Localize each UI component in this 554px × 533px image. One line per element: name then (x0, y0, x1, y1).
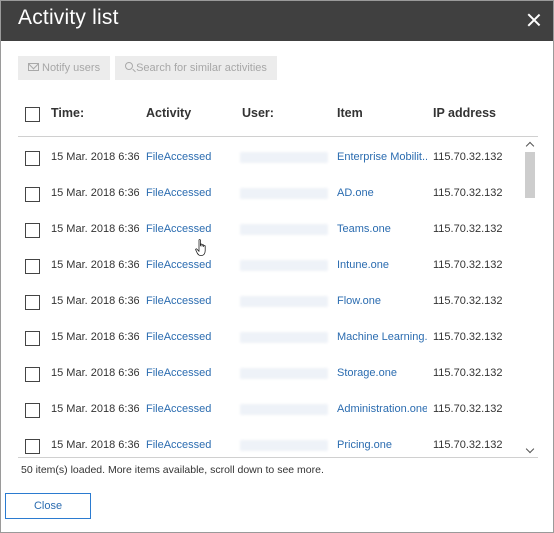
row-item-link[interactable]: Flow.one (337, 295, 427, 307)
row-activity-link[interactable]: FileAccessed (146, 331, 236, 343)
row-item-link[interactable]: Machine Learning... (337, 331, 427, 343)
row-time: 15 Mar. 2018 6:36... (51, 403, 139, 415)
row-activity-link[interactable]: FileAccessed (146, 439, 236, 451)
activity-table-body: 15 Mar. 2018 6:36... FileAccessed Enterp… (18, 139, 523, 457)
row-checkbox[interactable] (25, 439, 40, 454)
row-activity-link[interactable]: FileAccessed (146, 367, 236, 379)
row-checkbox[interactable] (25, 151, 40, 166)
row-user-redacted (240, 368, 328, 379)
row-user-redacted (240, 224, 328, 235)
table-row[interactable]: 15 Mar. 2018 6:36... FileAccessed Admini… (18, 391, 523, 427)
row-user-redacted (240, 332, 328, 343)
row-ip: 115.70.32.132 (433, 259, 503, 271)
row-activity-link[interactable]: FileAccessed (146, 151, 236, 163)
row-time: 15 Mar. 2018 6:36... (51, 187, 139, 199)
table-header: Time: Activity User: Item IP address (18, 97, 538, 137)
hand-cursor-icon (195, 239, 206, 256)
header-activity[interactable]: Activity (146, 106, 191, 120)
table-row[interactable]: 15 Mar. 2018 6:36... FileAccessed AD.one… (18, 175, 523, 211)
row-ip: 115.70.32.132 (433, 331, 503, 343)
select-all-checkbox[interactable] (25, 107, 40, 122)
row-time: 15 Mar. 2018 6:36... (51, 367, 139, 379)
row-user-redacted (240, 188, 328, 199)
row-item-link[interactable]: Intune.one (337, 259, 427, 271)
vertical-scrollbar[interactable] (523, 139, 537, 457)
row-checkbox[interactable] (25, 187, 40, 202)
row-activity-link[interactable]: FileAccessed (146, 223, 236, 235)
row-user-redacted (240, 152, 328, 163)
row-item-link[interactable]: Administration.one (337, 403, 427, 415)
mail-icon (28, 63, 39, 71)
row-ip: 115.70.32.132 (433, 439, 503, 451)
row-checkbox[interactable] (25, 403, 40, 418)
row-item-link[interactable]: AD.one (337, 187, 427, 199)
row-item-link[interactable]: Teams.one (337, 223, 427, 235)
row-user-redacted (240, 260, 328, 271)
row-activity-link[interactable]: FileAccessed (146, 295, 236, 307)
row-time: 15 Mar. 2018 6:36... (51, 295, 139, 307)
row-activity-link[interactable]: FileAccessed (146, 259, 236, 271)
table-row[interactable]: 15 Mar. 2018 6:36... FileAccessed Pricin… (18, 427, 523, 457)
row-time: 15 Mar. 2018 6:36... (51, 259, 139, 271)
row-ip: 115.70.32.132 (433, 223, 503, 235)
row-time: 15 Mar. 2018 6:36... (51, 331, 139, 343)
status-text: 50 item(s) loaded. More items available,… (21, 464, 324, 476)
row-checkbox[interactable] (25, 331, 40, 346)
row-time: 15 Mar. 2018 6:36... (51, 223, 139, 235)
row-item-link[interactable]: Pricing.one (337, 439, 427, 451)
row-item-link[interactable]: Enterprise Mobilit... (337, 151, 427, 163)
notify-users-button[interactable]: Notify users (18, 56, 111, 80)
scroll-down-icon[interactable] (523, 445, 537, 457)
row-user-redacted (240, 440, 328, 451)
row-checkbox[interactable] (25, 223, 40, 238)
close-button[interactable]: Close (5, 493, 91, 519)
row-activity-link[interactable]: FileAccessed (146, 403, 236, 415)
search-icon (125, 62, 134, 70)
notify-users-label: Notify users (42, 62, 101, 74)
row-time: 15 Mar. 2018 6:36... (51, 151, 139, 163)
header-user[interactable]: User: (242, 106, 274, 120)
row-ip: 115.70.32.132 (433, 367, 503, 379)
row-checkbox[interactable] (25, 367, 40, 382)
row-user-redacted (240, 296, 328, 307)
row-user-redacted (240, 404, 328, 415)
header-item[interactable]: Item (337, 106, 363, 120)
table-row[interactable]: 15 Mar. 2018 6:36... FileAccessed Storag… (18, 355, 523, 391)
row-item-link[interactable]: Storage.one (337, 367, 427, 379)
table-row[interactable]: 15 Mar. 2018 6:36... FileAccessed Teams.… (18, 211, 523, 247)
row-ip: 115.70.32.132 (433, 403, 503, 415)
search-similar-button[interactable]: Search for similar activities (115, 56, 277, 80)
close-icon[interactable] (524, 10, 544, 30)
row-time: 15 Mar. 2018 6:36... (51, 439, 139, 451)
scrollbar-thumb[interactable] (525, 152, 535, 198)
table-row[interactable]: 15 Mar. 2018 6:36... FileAccessed Flow.o… (18, 283, 523, 319)
table-row[interactable]: 15 Mar. 2018 6:36... FileAccessed Enterp… (18, 139, 523, 175)
row-checkbox[interactable] (25, 295, 40, 310)
row-ip: 115.70.32.132 (433, 151, 503, 163)
row-ip: 115.70.32.132 (433, 295, 503, 307)
table-bottom-divider (18, 457, 538, 458)
toolbar: Notify users Search for similar activiti… (18, 56, 277, 80)
table-row[interactable]: 15 Mar. 2018 6:36... FileAccessed Machin… (18, 319, 523, 355)
header-time[interactable]: Time: (51, 106, 84, 120)
table-row[interactable]: 15 Mar. 2018 6:36... FileAccessed Intune… (18, 247, 523, 283)
row-checkbox[interactable] (25, 259, 40, 274)
search-similar-label: Search for similar activities (136, 62, 267, 74)
activity-list-dialog: Activity list Notify users Search for si… (0, 0, 554, 533)
dialog-titlebar: Activity list (1, 1, 553, 41)
row-ip: 115.70.32.132 (433, 187, 503, 199)
scroll-up-icon[interactable] (523, 139, 537, 151)
dialog-title: Activity list (18, 6, 119, 29)
row-activity-link[interactable]: FileAccessed (146, 187, 236, 199)
header-ip-address[interactable]: IP address (433, 106, 496, 120)
